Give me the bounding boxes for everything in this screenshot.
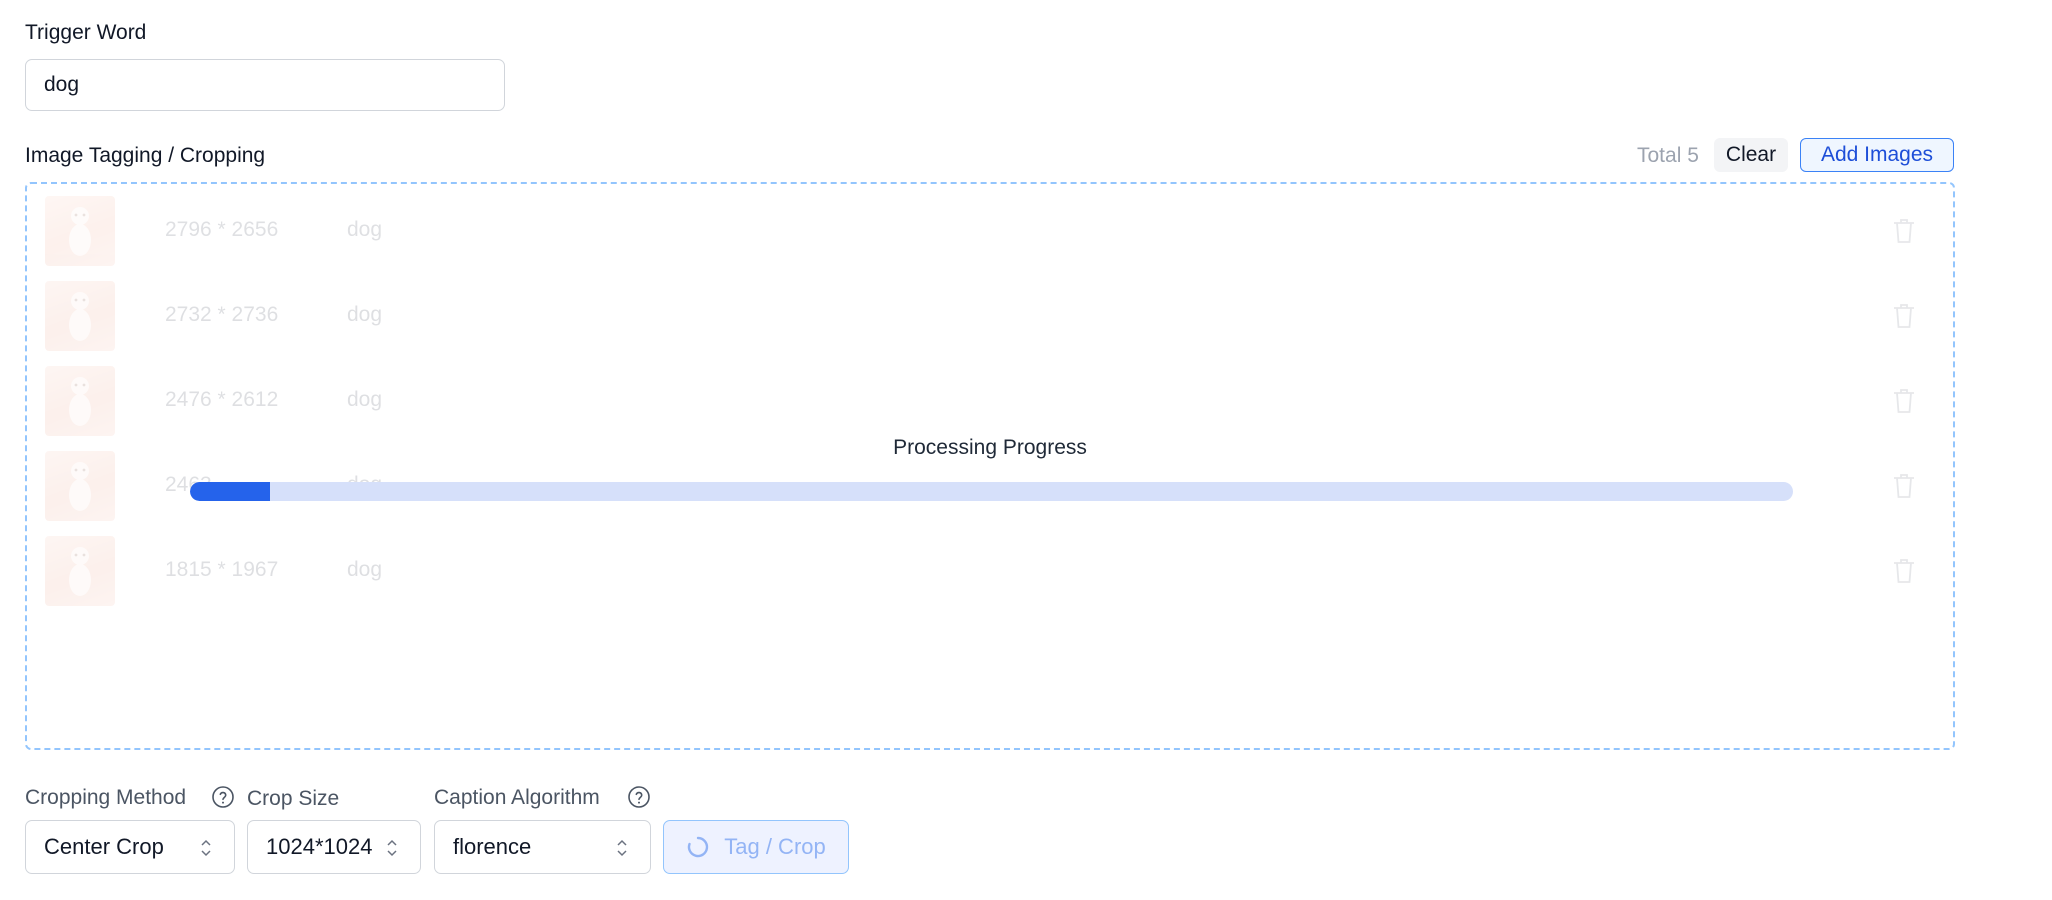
processing-progress-title: Processing Progress	[893, 436, 1087, 459]
clear-button[interactable]: Clear	[1714, 138, 1788, 172]
image-row[interactable]: 2476 * 2612 dog	[45, 366, 1935, 436]
tag-crop-button[interactable]: Tag / Crop	[663, 820, 849, 874]
processing-progress-fill	[190, 482, 271, 501]
dog-thumbnail-icon	[69, 292, 91, 341]
processing-progress-bar	[190, 482, 1793, 501]
add-images-button[interactable]: Add Images	[1800, 138, 1954, 172]
crop-size-value: 1024*1024	[266, 834, 373, 859]
crop-size-select[interactable]: 1024*1024	[247, 820, 421, 874]
image-thumbnail[interactable]	[45, 281, 115, 351]
trash-icon[interactable]	[1891, 386, 1917, 416]
trigger-word-input[interactable]	[25, 59, 505, 111]
image-thumbnail[interactable]	[45, 366, 115, 436]
image-caption[interactable]: dog	[347, 388, 382, 412]
tag-crop-label: Tag / Crop	[724, 834, 826, 859]
caption-algorithm-help-icon[interactable]	[627, 785, 651, 809]
image-dimensions: 2796 * 2656	[165, 218, 279, 241]
chevron-up-down-icon	[617, 839, 627, 857]
caption-algorithm-label: Caption Algorithm	[434, 786, 600, 809]
image-thumbnail[interactable]	[45, 451, 115, 521]
image-dimensions: 2476 * 2612	[165, 388, 279, 411]
trash-icon[interactable]	[1891, 556, 1917, 586]
tagging-title: Image Tagging / Cropping	[25, 144, 266, 167]
spinner-icon	[688, 836, 709, 858]
caption-algorithm-value: florence	[453, 834, 532, 859]
trash-icon[interactable]	[1891, 471, 1917, 501]
image-caption[interactable]: dog	[347, 303, 382, 327]
image-caption[interactable]: dog	[347, 218, 382, 242]
dog-thumbnail-icon	[69, 547, 91, 596]
chevron-up-down-icon	[201, 839, 211, 857]
dog-thumbnail-icon	[69, 377, 91, 426]
dog-thumbnail-icon	[69, 207, 91, 256]
cropping-method-value: Center Crop	[44, 834, 164, 859]
image-row[interactable]: 2796 * 2656 dog	[45, 196, 1935, 266]
crop-size-label: Crop Size	[247, 787, 340, 810]
total-count: Total 5	[1637, 144, 1699, 167]
chevron-up-down-icon	[387, 839, 397, 857]
caption-algorithm-select[interactable]: florence	[434, 820, 651, 874]
trash-icon[interactable]	[1891, 301, 1917, 331]
image-dropzone[interactable]: 2796 * 2656 dog 2732 * 2736 dog 2476 * 2612 d…	[25, 182, 1955, 750]
image-caption[interactable]: dog	[347, 558, 382, 582]
image-row[interactable]: 2732 * 2736 dog	[45, 281, 1935, 351]
cropping-method-select[interactable]: Center Crop	[25, 820, 235, 874]
image-thumbnail[interactable]	[45, 196, 115, 266]
image-thumbnail[interactable]	[45, 536, 115, 606]
trigger-word-label: Trigger Word	[25, 21, 147, 44]
image-dimensions: 1815 * 1967	[165, 558, 279, 581]
cropping-method-label: Cropping Method	[25, 786, 187, 809]
image-row[interactable]: 1815 * 1967 dog	[45, 536, 1935, 606]
image-dimensions: 2732 * 2736	[165, 303, 279, 326]
cropping-method-help-icon[interactable]	[211, 785, 235, 809]
trash-icon[interactable]	[1891, 216, 1917, 246]
dog-thumbnail-icon	[69, 462, 91, 511]
